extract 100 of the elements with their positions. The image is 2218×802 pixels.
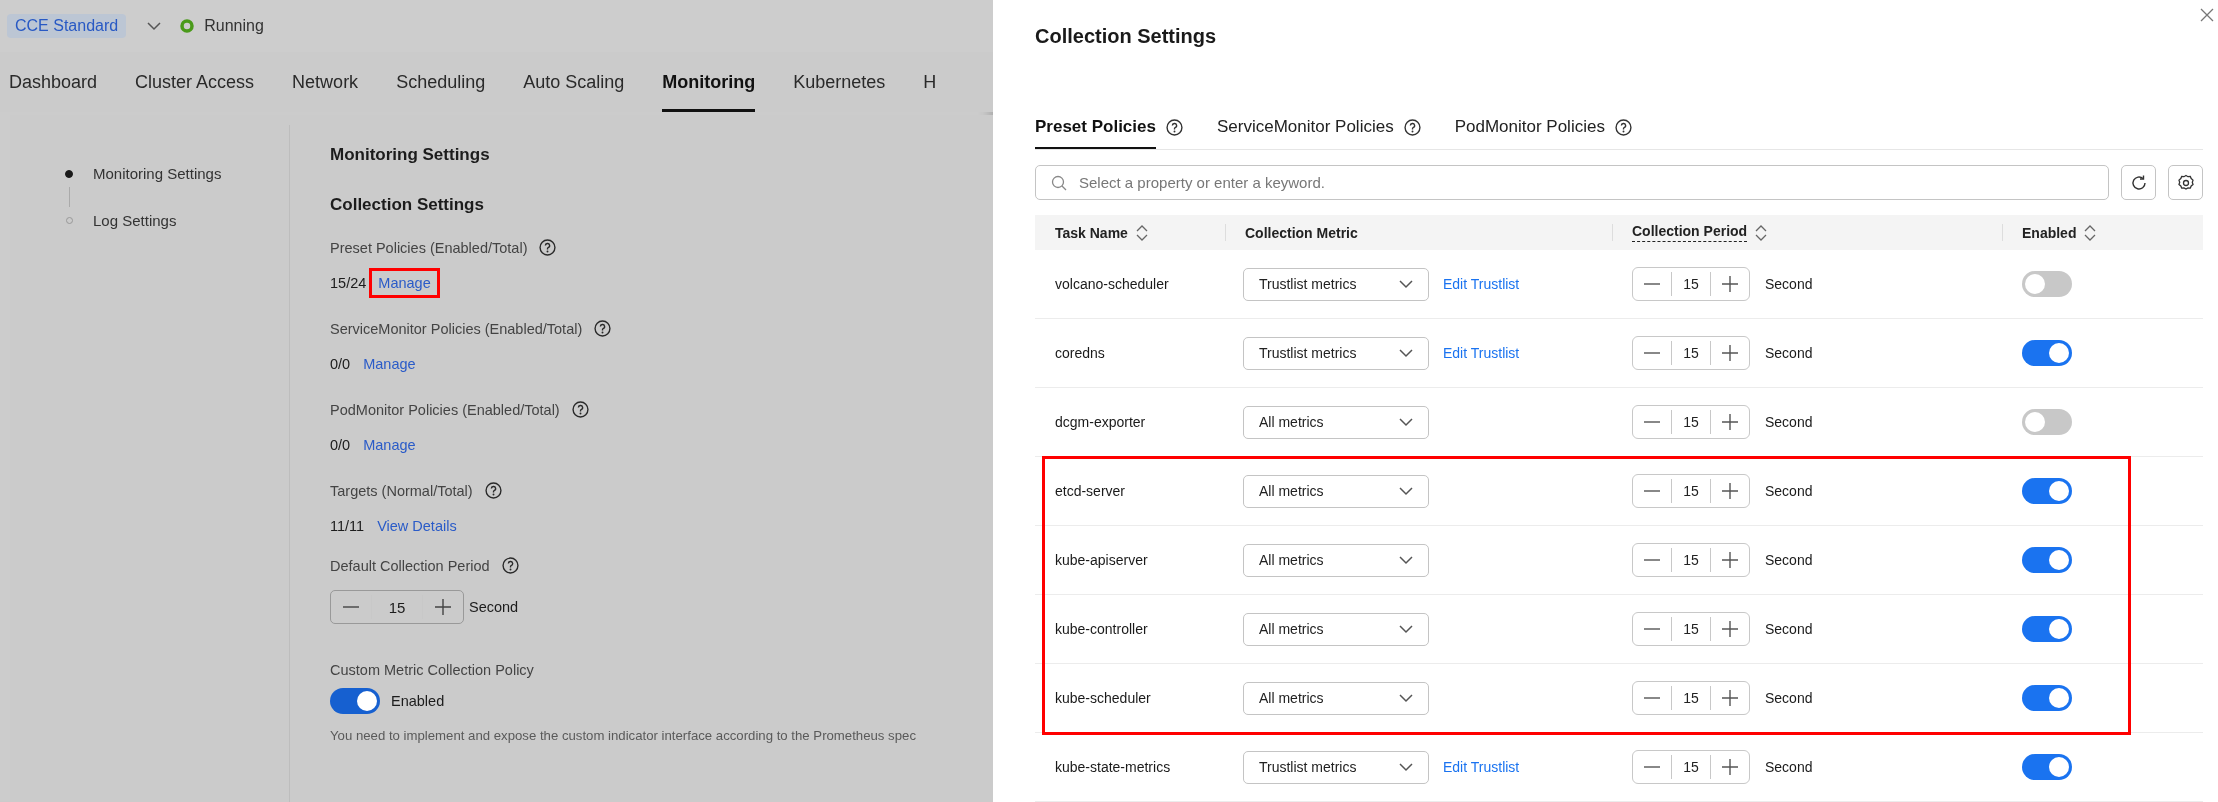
help-icon[interactable] [594, 320, 612, 337]
period-input[interactable]: 15 [1671, 272, 1711, 296]
minus-icon [1644, 283, 1660, 285]
period-stepper[interactable]: 15 [1632, 474, 1750, 508]
chevron-down-icon [1398, 693, 1414, 703]
task-name: dcgm-exporter [1055, 414, 1146, 430]
drawer-title: Collection Settings [1035, 24, 1218, 49]
period-input[interactable]: 15 [1671, 755, 1711, 779]
period-input[interactable]: 15 [1671, 479, 1711, 503]
chevron-down-icon [146, 21, 163, 31]
nav-tab[interactable]: Network [292, 52, 359, 112]
period-input[interactable]: 15 [1671, 686, 1711, 710]
period-stepper[interactable]: 15 [1632, 612, 1750, 646]
policy-tab[interactable]: Preset Policies [1035, 105, 1156, 149]
help-icon[interactable] [1614, 118, 1632, 136]
manage-link[interactable]: Manage [378, 275, 431, 291]
toggle-switch[interactable] [2022, 409, 2072, 435]
metric-dropdown[interactable]: Trustlist metrics [1243, 267, 1429, 301]
chevron-down-icon [1398, 348, 1414, 358]
sort-icon[interactable] [1135, 224, 1148, 241]
search-field[interactable]: Select a property or enter a keyword. [1035, 165, 2109, 200]
toggle-switch[interactable] [2022, 754, 2072, 780]
period-stepper[interactable]: 15 [1632, 405, 1750, 439]
toggle-switch[interactable] [2022, 616, 2072, 642]
policy-tab[interactable]: ServiceMonitor Policies [1216, 105, 1394, 149]
section-title: Monitoring Settings [330, 145, 491, 165]
help-icon[interactable] [571, 401, 589, 418]
toggle-switch[interactable] [2022, 340, 2072, 366]
period-stepper[interactable]: 15 [1632, 336, 1750, 370]
help-icon[interactable] [484, 482, 502, 499]
edit-trustlist-link[interactable]: Edit Trustlist [1443, 345, 1520, 361]
unit-label: Second [1765, 552, 1813, 568]
period-input[interactable]: 15 [1671, 341, 1711, 365]
help-icon[interactable] [1403, 118, 1421, 136]
settings-nav-item[interactable]: Log Settings [93, 212, 177, 229]
count-value: 11/11 [330, 518, 365, 534]
metric-dropdown[interactable]: All metrics [1243, 405, 1429, 439]
minus-icon [1644, 352, 1660, 354]
period-input[interactable]: 15 [371, 595, 423, 619]
unit-label: Second [469, 599, 519, 615]
help-icon[interactable] [539, 239, 557, 256]
sort-icon[interactable] [2084, 224, 2097, 241]
edit-trustlist-link[interactable]: Edit Trustlist [1443, 759, 1520, 775]
period-stepper[interactable]: 15 [330, 590, 464, 624]
manage-link[interactable]: Manage [363, 356, 416, 372]
period-stepper[interactable]: 15 [1632, 267, 1750, 301]
edit-trustlist-link[interactable]: Edit Trustlist [1443, 276, 1520, 292]
settings-nav-item[interactable]: Monitoring Settings [93, 165, 222, 182]
nav-tab[interactable]: H [923, 52, 937, 112]
task-name: kube-apiserver [1055, 552, 1148, 568]
nav-tab[interactable]: Scheduling [396, 52, 486, 112]
chevron-down-icon [1398, 555, 1414, 565]
nav-tab[interactable]: Kubernetes [793, 52, 886, 112]
unit-label: Second [1765, 621, 1813, 637]
toggle-switch[interactable] [330, 688, 380, 714]
metric-dropdown[interactable]: All metrics [1243, 612, 1429, 646]
help-icon[interactable] [1165, 118, 1183, 136]
plus-icon [1722, 759, 1738, 775]
toggle-switch[interactable] [2022, 271, 2072, 297]
field-label: Default Collection Period [330, 557, 490, 574]
manage-link[interactable]: Manage [363, 437, 416, 453]
sort-icon[interactable] [1755, 224, 1768, 241]
chevron-down-icon [1398, 279, 1414, 289]
policy-tab[interactable]: PodMonitor Policies [1454, 105, 1605, 149]
field-label: PodMonitor Policies (Enabled/Total) [330, 401, 560, 418]
task-name: kube-state-metrics [1055, 759, 1171, 775]
toggle-switch[interactable] [2022, 478, 2072, 504]
period-input[interactable]: 15 [1671, 410, 1711, 434]
column-header: Collection Period [1632, 223, 1748, 242]
settings-button[interactable] [2168, 165, 2203, 200]
period-input[interactable]: 15 [1671, 617, 1711, 641]
metric-dropdown[interactable]: All metrics [1243, 474, 1429, 508]
refresh-button[interactable] [2121, 165, 2156, 200]
close-icon[interactable] [2200, 8, 2214, 22]
plus-icon [1722, 552, 1738, 568]
toggle-label: Enabled [391, 693, 445, 709]
search-input[interactable]: Select a property or enter a keyword. [1077, 173, 2108, 192]
period-stepper[interactable]: 15 [1632, 681, 1750, 715]
unit-label: Second [1765, 690, 1813, 706]
metric-dropdown[interactable]: All metrics [1243, 543, 1429, 577]
view-details-link[interactable]: View Details [377, 518, 457, 534]
toggle-switch[interactable] [2022, 547, 2072, 573]
plus-icon [1722, 690, 1738, 706]
toggle-switch[interactable] [2022, 685, 2072, 711]
metric-dropdown[interactable]: All metrics [1243, 681, 1429, 715]
nav-tab[interactable]: Auto Scaling [523, 52, 625, 112]
unit-label: Second [1765, 759, 1813, 775]
field-label: ServiceMonitor Policies (Enabled/Total) [330, 320, 583, 337]
nav-tab[interactable]: Cluster Access [135, 52, 255, 112]
nav-tab[interactable]: Dashboard [9, 52, 98, 112]
nav-tab[interactable]: Monitoring [662, 52, 756, 112]
metric-dropdown[interactable]: Trustlist metrics [1243, 336, 1429, 370]
period-stepper[interactable]: 15 [1632, 750, 1750, 784]
task-name: etcd-server [1055, 483, 1126, 499]
chevron-down-icon [1398, 624, 1414, 634]
help-icon[interactable] [501, 557, 519, 574]
period-stepper[interactable]: 15 [1632, 543, 1750, 577]
period-input[interactable]: 15 [1671, 548, 1711, 572]
search-icon [1051, 174, 1067, 191]
metric-dropdown[interactable]: Trustlist metrics [1243, 750, 1429, 784]
